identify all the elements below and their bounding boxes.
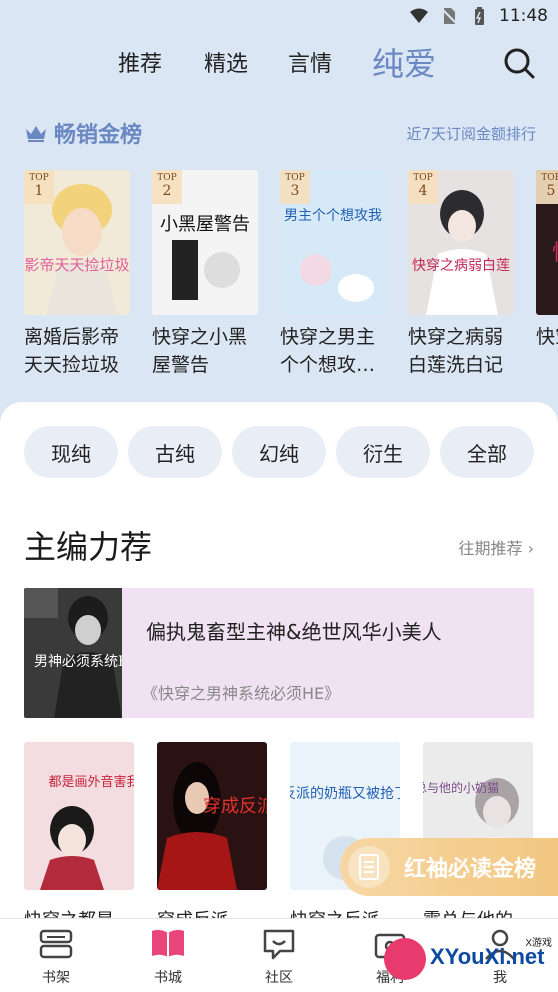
category-chip-fantasy[interactable]: 幻纯 (232, 426, 326, 478)
category-chip-all[interactable]: 全部 (440, 426, 534, 478)
book-store-icon (152, 929, 184, 957)
tab-pure-love[interactable]: 纯爱 (372, 39, 436, 85)
watermark-logo-icon (384, 938, 426, 980)
cover-title: 影帝天天捡垃圾 (24, 256, 129, 274)
ranking-link[interactable]: 近7天订阅金额排行 (406, 123, 536, 144)
cover-title: 小黑屋警告 (160, 214, 250, 235)
status-time: 11:48 (499, 6, 548, 26)
ranking-book[interactable]: 快 TOP5 快穿之救 (536, 170, 558, 379)
ranking-book[interactable]: 男主个个想攻我 TOP 3 快穿之男主个个想攻… (280, 170, 388, 379)
tab-label: 书架 (42, 970, 70, 986)
tab-label: 社区 (265, 970, 293, 986)
float-banner[interactable]: 红袖必读金榜 (340, 838, 558, 896)
tab-bookshelf[interactable]: 书架 (26, 927, 86, 987)
book-cover: 影帝天天捡垃圾 TOP 1 (24, 170, 130, 315)
rank-badge: TOP 2 (152, 170, 182, 204)
book-title: 离婚后影帝天天捡垃圾 (24, 326, 120, 376)
watermark-text: XYouXi.net (430, 944, 545, 969)
status-bar: 11:48 (0, 0, 558, 32)
featured-subtitle: 《快穿之男神系统必须HE》 (142, 684, 341, 703)
cover-title: 男神必须系统HE (34, 654, 122, 670)
book-cover: 穿成反派 (157, 742, 275, 890)
book-cover: 小黑屋警告 TOP 2 (152, 170, 258, 315)
grid-book[interactable]: 都是画外音害我 快穿之都是 (24, 742, 140, 922)
past-picks-link[interactable]: 往期推荐 › (458, 535, 534, 559)
book-title: 快穿之病弱白莲洗白记 (408, 326, 504, 376)
main-panel: 现纯 古纯 幻纯 衍生 全部 主编力荐 往期推荐 › 男神必须系统HE 偏执鬼畜… (0, 402, 558, 922)
featured-book-cover: 男神必须系统HE (24, 588, 122, 718)
cover-title: 男主个个想攻我 (284, 208, 382, 224)
featured-headline: 偏执鬼畜型主神&绝世风华小美人 (146, 620, 442, 644)
category-chip-fanfic[interactable]: 衍生 (336, 426, 430, 478)
tab-romance[interactable]: 言情 (288, 46, 332, 78)
featured-book-card[interactable]: 男神必须系统HE 偏执鬼畜型主神&绝世风华小美人 《快穿之男神系统必须HE》 (24, 588, 534, 718)
cover-title: 快穿之病弱白莲 (412, 258, 510, 274)
cover-title: 快 (552, 241, 558, 266)
ranking-book[interactable]: 小黑屋警告 TOP 2 快穿之小黑屋警告 (152, 170, 260, 379)
community-icon (263, 929, 295, 960)
book-title: 快穿之小黑屋警告 (152, 326, 248, 376)
tab-book-store[interactable]: 书城 (138, 927, 198, 987)
category-chips: 现纯 古纯 幻纯 衍生 全部 (24, 426, 534, 478)
book-title: 快穿之救 (536, 326, 558, 348)
book-cover: 都是画外音害我 (24, 742, 140, 890)
search-icon[interactable] (502, 46, 536, 80)
rank-badge: TOP 3 (280, 170, 310, 204)
book-title: 快穿之男主个个想攻… (280, 326, 376, 376)
tab-recommend[interactable]: 推荐 (118, 46, 162, 78)
section-title: 主编力荐 (24, 528, 153, 566)
cover-title: 穿成反派 (203, 796, 267, 817)
rank-badge: TOP 4 (408, 170, 438, 204)
watermark: X游戏 XYouXi.net (384, 932, 554, 988)
category-chip-modern[interactable]: 现纯 (24, 426, 118, 478)
crown-icon (26, 126, 46, 142)
rank-badge: TOP 1 (24, 170, 54, 204)
book-cover: 快穿之病弱白莲 TOP 4 (408, 170, 514, 315)
top-nav: 推荐 精选 言情 纯爱 (0, 36, 558, 90)
no-sim-icon (441, 8, 458, 25)
cover-title: 都是画外音害我 (48, 774, 134, 790)
ranking-book[interactable]: 影帝天天捡垃圾 TOP 1 离婚后影帝天天捡垃圾 (24, 170, 132, 379)
cover-title: 霸总与他的小奶猫 (423, 780, 499, 795)
grid-book[interactable]: 穿成反派 穿成反派 (157, 742, 275, 922)
battery-icon (475, 7, 484, 25)
wifi-icon (410, 8, 428, 23)
ranking-header: 畅销金榜 近7天订阅金额排行 (24, 118, 536, 148)
ranking-title: 畅销金榜 (54, 123, 143, 148)
ranking-book[interactable]: 快穿之病弱白莲 TOP 4 快穿之病弱白莲洗白记 (408, 170, 516, 379)
tab-label: 书城 (154, 970, 182, 986)
chevron-right-icon: › (527, 539, 534, 558)
category-chip-ancient[interactable]: 古纯 (128, 426, 222, 478)
book-cover: 男主个个想攻我 TOP 3 (280, 170, 386, 315)
float-banner-label: 红袖必读金榜 (404, 856, 537, 882)
ranking-list: 影帝天天捡垃圾 TOP 1 离婚后影帝天天捡垃圾 小黑屋警告 TOP 2 快穿之小黑… (24, 170, 558, 380)
tab-community[interactable]: 社区 (249, 927, 309, 987)
rank-badge: TOP 5 (536, 170, 558, 204)
bookshelf-icon (39, 929, 73, 959)
list-icon (348, 846, 390, 888)
past-picks-label: 往期推荐 (458, 539, 523, 558)
cover-title: 反派的奶瓶又被抢了 (290, 785, 400, 802)
tab-featured[interactable]: 精选 (204, 46, 248, 78)
book-cover: 快 TOP5 (536, 170, 558, 315)
